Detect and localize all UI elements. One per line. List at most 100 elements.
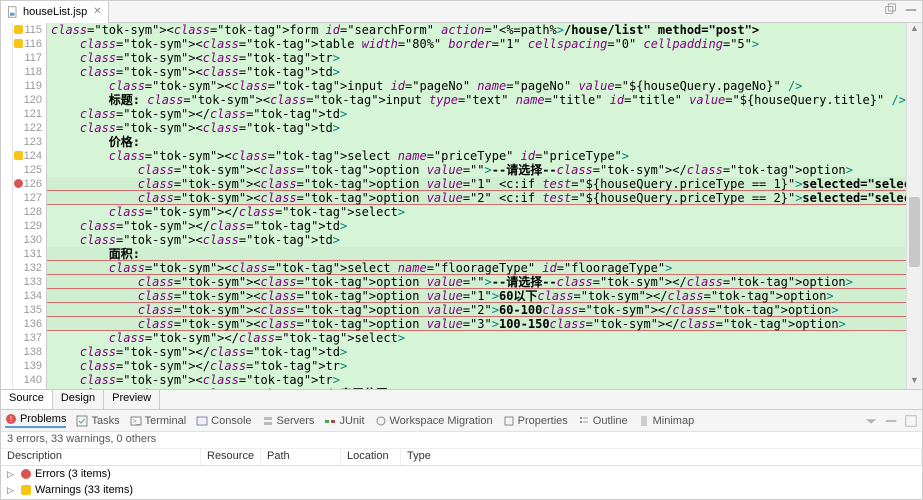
scroll-thumb[interactable] — [909, 197, 920, 267]
tab-tasks[interactable]: Tasks — [76, 415, 119, 427]
vertical-scrollbar[interactable]: ▲ ▼ — [906, 23, 922, 389]
view-menu-icon[interactable] — [864, 414, 878, 428]
line-number: 134 — [13, 289, 46, 303]
code-line[interactable]: class="tok-sym"></class="tok-tag">td> — [47, 107, 906, 121]
tab-junit[interactable]: JUnit — [324, 415, 364, 427]
tab-terminal[interactable]: >_Terminal — [130, 415, 187, 427]
col-resource[interactable]: Resource — [201, 449, 261, 465]
code-line[interactable]: class="tok-sym"></class="tok-tag">tr> — [47, 359, 906, 373]
close-tab-icon[interactable]: ✕ — [93, 6, 101, 17]
expand-toggle-icon[interactable]: ▷ — [7, 469, 17, 480]
expand-toggle-icon[interactable]: ▷ — [7, 485, 17, 496]
tab-console[interactable]: Console — [196, 415, 251, 427]
file-tab-houselist[interactable]: houseList.jsp ✕ — [1, 1, 109, 23]
problems-table: Description Resource Path Location Type … — [1, 448, 922, 499]
code-line[interactable]: class="tok-sym"><class="tok-tag">tr> — [47, 373, 906, 387]
code-line[interactable]: class="tok-sym"><class="tok-tag">td> — [47, 233, 906, 247]
code-line[interactable]: 价格: — [47, 135, 906, 149]
code-line[interactable]: class="tok-sym"><class="tok-tag">td> — [47, 121, 906, 135]
col-path[interactable]: Path — [261, 449, 341, 465]
col-type[interactable]: Type — [401, 449, 922, 465]
code-line[interactable]: class="tok-sym"><class="tok-tag">form id… — [47, 23, 906, 37]
line-number: 135 — [13, 303, 46, 317]
maximize-view-icon[interactable] — [904, 414, 918, 428]
code-line[interactable]: class="tok-sym"><class="tok-tag">option … — [47, 275, 906, 289]
tab-minimap[interactable]: Minimap — [638, 415, 695, 427]
problems-header-row: Description Resource Path Location Type — [1, 448, 922, 466]
line-number: 120 — [13, 93, 46, 107]
jsp-file-icon — [7, 6, 19, 18]
tab-outline[interactable]: Outline — [578, 415, 628, 427]
svg-text:!: ! — [10, 415, 12, 424]
code-line[interactable]: 面积: — [47, 247, 906, 261]
code-line[interactable]: class="tok-sym"><class="tok-tag">table w… — [47, 37, 906, 51]
restore-icon[interactable] — [884, 3, 898, 17]
error-icon — [21, 469, 31, 479]
code-line[interactable]: 标题: class="tok-sym"><class="tok-tag">inp… — [47, 93, 906, 107]
code-line[interactable]: class="tok-sym"><class="tok-tag">option … — [47, 289, 906, 303]
properties-icon — [503, 415, 515, 427]
code-line[interactable]: class="tok-sym"><class="tok-tag">select … — [47, 261, 906, 275]
tab-preview[interactable]: Preview — [104, 390, 160, 409]
tab-design[interactable]: Design — [53, 390, 104, 409]
editor-tab-bar: houseList.jsp ✕ — [1, 1, 922, 23]
minimize-pane-icon[interactable] — [904, 3, 918, 17]
scroll-track[interactable] — [907, 37, 922, 375]
scroll-down-arrow[interactable]: ▼ — [907, 375, 922, 389]
console-icon — [196, 415, 208, 427]
tab-properties[interactable]: Properties — [503, 415, 568, 427]
line-number: 138 — [13, 345, 46, 359]
code-line[interactable]: class="tok-sym"><class="tok-tag">tr> — [47, 51, 906, 65]
minimize-view-icon[interactable] — [884, 414, 898, 428]
code-line[interactable]: class="tok-sym"><class="tok-tag">select … — [47, 149, 906, 163]
code-line[interactable]: class="tok-sym"></class="tok-tag">td> — [47, 219, 906, 233]
line-number: 129 — [13, 219, 46, 233]
line-number: 121 — [13, 107, 46, 121]
marker-ruler — [1, 23, 13, 389]
line-number: 122 — [13, 121, 46, 135]
junit-icon — [324, 415, 336, 427]
tab-workspace-migration[interactable]: Workspace Migration — [375, 415, 493, 427]
line-number: 137 — [13, 331, 46, 345]
code-line[interactable]: class="tok-sym"></class="tok-tag">select… — [47, 205, 906, 219]
line-number: 125 — [13, 163, 46, 177]
code-line[interactable]: class="tok-sym"><class="tok-tag">input i… — [47, 79, 906, 93]
line-number-gutter: 1151161171181191201211221231241251261271… — [13, 23, 47, 389]
problems-icon: ! — [5, 413, 17, 425]
line-number: 119 — [13, 79, 46, 93]
editor-mode-tabs: Source Design Preview — [1, 389, 922, 409]
code-line[interactable]: class="tok-sym"></class="tok-tag">td> — [47, 345, 906, 359]
code-line[interactable]: class="tok-sym"><class="tok-tag">option … — [47, 317, 906, 331]
code-content[interactable]: class="tok-sym"><class="tok-tag">form id… — [47, 23, 906, 389]
line-number: 128 — [13, 205, 46, 219]
col-description[interactable]: Description — [1, 449, 201, 465]
line-number: 132 — [13, 261, 46, 275]
minimap-icon — [638, 415, 650, 427]
line-number: 118 — [13, 65, 46, 79]
problems-summary: 3 errors, 33 warnings, 0 others — [1, 432, 922, 448]
line-number: 123 — [13, 135, 46, 149]
code-line[interactable]: class="tok-sym"><class="tok-tag">td>房屋位置… — [47, 387, 906, 389]
scroll-up-arrow[interactable]: ▲ — [907, 23, 922, 37]
line-number: 126 — [13, 177, 46, 191]
code-line[interactable]: class="tok-sym"><class="tok-tag">option … — [47, 303, 906, 317]
problems-errors-group[interactable]: ▷ Errors (3 items) — [1, 466, 922, 482]
problems-warnings-group[interactable]: ▷ Warnings (33 items) — [1, 482, 922, 498]
line-number: 140 — [13, 373, 46, 387]
code-line[interactable]: class="tok-sym"><class="tok-tag">option … — [47, 177, 906, 191]
tasks-icon — [76, 415, 88, 427]
line-number: 116 — [13, 37, 46, 51]
line-number: 131 — [13, 247, 46, 261]
line-number: 115 — [13, 23, 46, 37]
code-line[interactable]: class="tok-sym"><class="tok-tag">option … — [47, 163, 906, 177]
code-line[interactable]: class="tok-sym"><class="tok-tag">option … — [47, 191, 906, 205]
tab-servers[interactable]: Servers — [262, 415, 315, 427]
tab-source[interactable]: Source — [1, 390, 53, 409]
code-line[interactable]: class="tok-sym"></class="tok-tag">select… — [47, 331, 906, 345]
svg-text:>_: >_ — [133, 419, 141, 425]
col-location[interactable]: Location — [341, 449, 401, 465]
bottom-panel: ! Problems Tasks >_Terminal Console Serv… — [1, 409, 922, 499]
code-line[interactable]: class="tok-sym"><class="tok-tag">td> — [47, 65, 906, 79]
code-editor[interactable]: 1151161171181191201211221231241251261271… — [1, 23, 922, 389]
tab-problems[interactable]: ! Problems — [5, 413, 66, 428]
